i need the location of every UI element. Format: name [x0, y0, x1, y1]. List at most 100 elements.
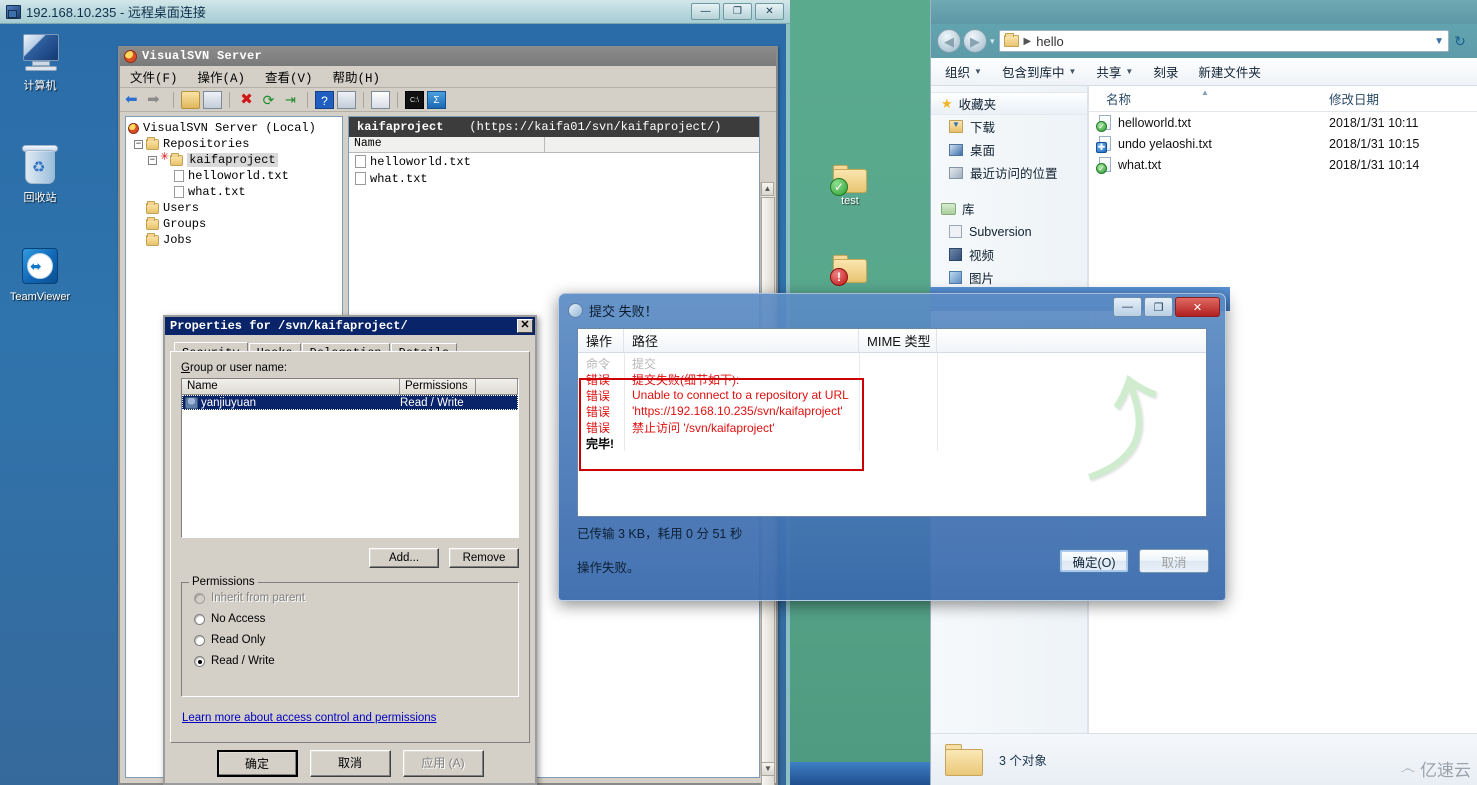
recycle-bin-icon: ♻: [20, 144, 60, 186]
tree-expander-icon[interactable]: −: [134, 139, 143, 149]
nav-item-videos[interactable]: 视频: [931, 243, 1087, 266]
help-icon[interactable]: ?: [315, 90, 334, 109]
toolbar-share[interactable]: 共享 ▼: [1096, 62, 1133, 81]
desktop-icon-recycle-bin[interactable]: ♻ 回收站: [2, 144, 78, 205]
user-permission-list[interactable]: Name Permissions yanjiuyuan Read / Write: [181, 378, 519, 538]
nav-item-recent-places[interactable]: 最近访问的位置: [931, 161, 1087, 184]
tree-node-groups[interactable]: Groups: [128, 216, 340, 232]
repository-url: (https://kaifa01/svn/kaifaproject/): [469, 120, 722, 134]
column-blank[interactable]: [937, 329, 1206, 352]
properties-icon[interactable]: [371, 90, 390, 109]
tree-file-helloworld[interactable]: helloworld.txt: [128, 168, 340, 184]
column-path[interactable]: 路径: [624, 329, 859, 352]
column-action[interactable]: 操作: [578, 329, 624, 352]
radio-read-only[interactable]: Read Only: [194, 634, 518, 646]
nav-item-desktop[interactable]: 桌面: [931, 138, 1087, 161]
file-row[interactable]: ✓ helloworld.txt 2018/1/31 10:11: [1088, 112, 1477, 133]
ok-button[interactable]: 确定: [216, 750, 298, 777]
log-row-command[interactable]: 命令 提交: [578, 355, 1206, 371]
file-row[interactable]: ✓ what.txt 2018/1/31 10:14: [1088, 154, 1477, 175]
detail-row[interactable]: helloworld.txt: [349, 153, 759, 170]
forward-arrow-icon[interactable]: ➡: [147, 91, 166, 109]
detail-row[interactable]: what.txt: [349, 170, 759, 187]
radio-label: Inherit from parent: [211, 592, 305, 604]
powershell-icon[interactable]: Σ: [427, 90, 446, 109]
radio-inherit-from-parent[interactable]: Inherit from parent: [194, 592, 518, 604]
minimize-button[interactable]: —: [1113, 297, 1142, 317]
console-icon[interactable]: C:\: [405, 90, 424, 109]
tree-node-jobs[interactable]: Jobs: [128, 232, 340, 248]
desktop-icon-test[interactable]: ✓ test: [818, 165, 882, 207]
maximize-button[interactable]: ❐: [1144, 297, 1173, 317]
desktop-icon-conflict[interactable]: !: [818, 255, 882, 286]
minimize-button[interactable]: —: [691, 3, 720, 20]
tree-root[interactable]: VisualSVN Server (Local): [128, 120, 340, 136]
up-folder-icon[interactable]: [181, 90, 200, 109]
export-icon[interactable]: ⇥: [281, 91, 300, 109]
desktop-icon-teamviewer[interactable]: ⬌ TeamViewer: [2, 246, 78, 303]
nav-item-libraries[interactable]: 库: [931, 197, 1087, 220]
refresh-icon[interactable]: ↻: [1449, 33, 1471, 50]
menu-view[interactable]: 查看(V): [261, 66, 317, 87]
forward-button[interactable]: ▶: [963, 29, 987, 53]
properties-list-icon[interactable]: [337, 90, 356, 109]
scroll-down-button[interactable]: ▼: [761, 762, 775, 776]
detail-file-label: what.txt: [370, 171, 428, 186]
delete-icon[interactable]: ✖: [237, 91, 256, 109]
close-button[interactable]: ✕: [1175, 297, 1220, 317]
radio-no-access[interactable]: No Access: [194, 613, 518, 625]
sort-ascending-icon: ▲: [1201, 88, 1209, 97]
toolbar-burn[interactable]: 刻录: [1153, 62, 1178, 81]
column-name[interactable]: Name: [182, 379, 400, 394]
ok-button[interactable]: 确定(O): [1059, 549, 1129, 573]
toolbar-organize[interactable]: 组织 ▼: [945, 62, 982, 81]
file-icon: [174, 170, 184, 182]
desktop-icon-computer[interactable]: 计算机: [2, 34, 78, 93]
remove-button[interactable]: Remove: [449, 548, 519, 568]
menu-file[interactable]: 文件(F): [126, 66, 182, 87]
tree-node-kaifaproject[interactable]: − ✳ kaifaproject: [128, 152, 340, 168]
tree-node-users[interactable]: Users: [128, 200, 340, 216]
access-control-help-link[interactable]: Learn more about access control and perm…: [182, 712, 436, 724]
maximize-button[interactable]: ❐: [723, 3, 752, 20]
back-button[interactable]: ◀: [937, 29, 961, 53]
tree-file-what[interactable]: what.txt: [128, 184, 340, 200]
radio-read-write[interactable]: Read / Write: [194, 655, 518, 667]
commit-log-list[interactable]: 操作 路径 MIME 类型 命令 提交 错误 提交失败(细节如下): 错误 Un…: [577, 328, 1207, 517]
repository-name: kaifaproject: [357, 120, 444, 134]
nav-item-pictures[interactable]: 图片: [931, 266, 1087, 289]
column-name[interactable]: Name: [349, 137, 545, 152]
commit-log-columns: 操作 路径 MIME 类型: [578, 329, 1206, 353]
show-pane-icon[interactable]: [203, 90, 222, 109]
menu-help[interactable]: 帮助(H): [329, 66, 385, 87]
column-modified[interactable]: 修改日期: [1321, 89, 1379, 108]
nav-item-downloads[interactable]: 下载: [931, 115, 1087, 138]
close-button[interactable]: ✕: [755, 3, 784, 20]
close-icon[interactable]: ✕: [517, 319, 533, 333]
chevron-down-icon[interactable]: ▾: [990, 36, 995, 47]
desktop-icon-label: 计算机: [23, 80, 57, 92]
column-blank[interactable]: [476, 379, 518, 394]
transfer-summary: 已传输 3 KB，耗用 0 分 51 秒: [577, 527, 743, 541]
column-mime-type[interactable]: MIME 类型: [859, 329, 937, 352]
back-arrow-icon[interactable]: ⬅: [125, 91, 144, 109]
file-row[interactable]: ✚ undo yelaoshi.txt 2018/1/31 10:15: [1088, 133, 1477, 154]
add-button[interactable]: Add...: [369, 548, 439, 568]
toolbar-new-folder[interactable]: 新建文件夹: [1198, 62, 1261, 81]
user-list-row[interactable]: yanjiuyuan Read / Write: [182, 395, 518, 410]
column-permissions[interactable]: Permissions: [400, 379, 476, 394]
refresh-icon[interactable]: ⟳: [259, 91, 278, 109]
chevron-down-icon[interactable]: ▼: [1434, 36, 1444, 47]
address-bar[interactable]: ▶ hello ▼: [998, 30, 1449, 52]
column-blank[interactable]: [545, 137, 759, 152]
tree-expander-icon[interactable]: −: [148, 155, 157, 165]
toolbar-include-in-library[interactable]: 包含到库中 ▼: [1002, 62, 1076, 81]
user-list-header: Name Permissions: [182, 379, 518, 395]
menu-action[interactable]: 操作(A): [194, 66, 250, 87]
cancel-button[interactable]: 取消: [309, 750, 391, 777]
scroll-up-button[interactable]: ▲: [761, 182, 774, 196]
pictures-icon: [949, 271, 962, 284]
breadcrumb-current[interactable]: hello: [1036, 34, 1063, 49]
nav-item-subversion[interactable]: Subversion: [931, 220, 1087, 243]
nav-item-favorites[interactable]: ★ 收藏夹: [931, 92, 1087, 115]
